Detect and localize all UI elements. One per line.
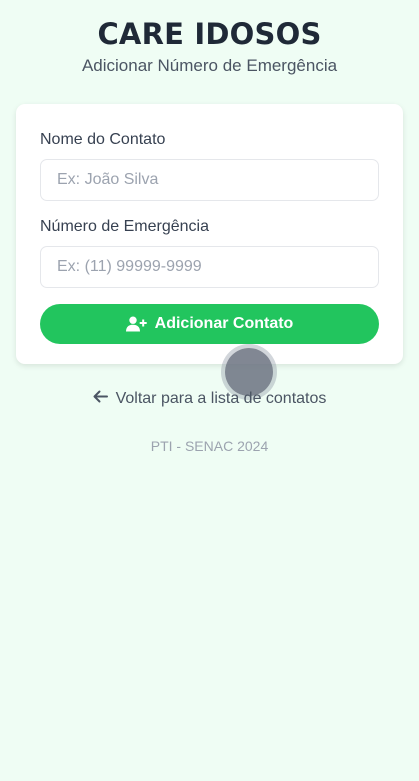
- back-to-contacts-link[interactable]: Voltar para a lista de contatos: [0, 390, 419, 408]
- emergency-number-input[interactable]: [40, 246, 379, 288]
- page-subtitle: Adicionar Número de Emergência: [81, 56, 338, 75]
- add-contact-button[interactable]: Adicionar Contato: [40, 304, 379, 344]
- name-label: Nome do Contato: [40, 131, 166, 148]
- page-header: CARE IDOSOS Adicionar Número de Emergênc…: [0, 0, 419, 77]
- back-link-label: Voltar para a lista de contatos: [115, 390, 327, 407]
- phone-field-group: Número de Emergência: [40, 218, 379, 288]
- app-title: CARE IDOSOS: [97, 17, 322, 51]
- add-contact-form: Nome do Contato Número de Emergência Adi…: [16, 104, 403, 364]
- arrow-left-icon: [93, 390, 108, 408]
- user-plus-icon: [125, 316, 147, 332]
- phone-label: Número de Emergência: [40, 218, 209, 235]
- touch-indicator: [225, 348, 273, 396]
- contact-name-input[interactable]: [40, 159, 379, 201]
- footer-text: PTI - SENAC 2024: [150, 438, 269, 454]
- add-contact-label: Adicionar Contato: [154, 315, 294, 332]
- name-field-group: Nome do Contato: [40, 131, 379, 201]
